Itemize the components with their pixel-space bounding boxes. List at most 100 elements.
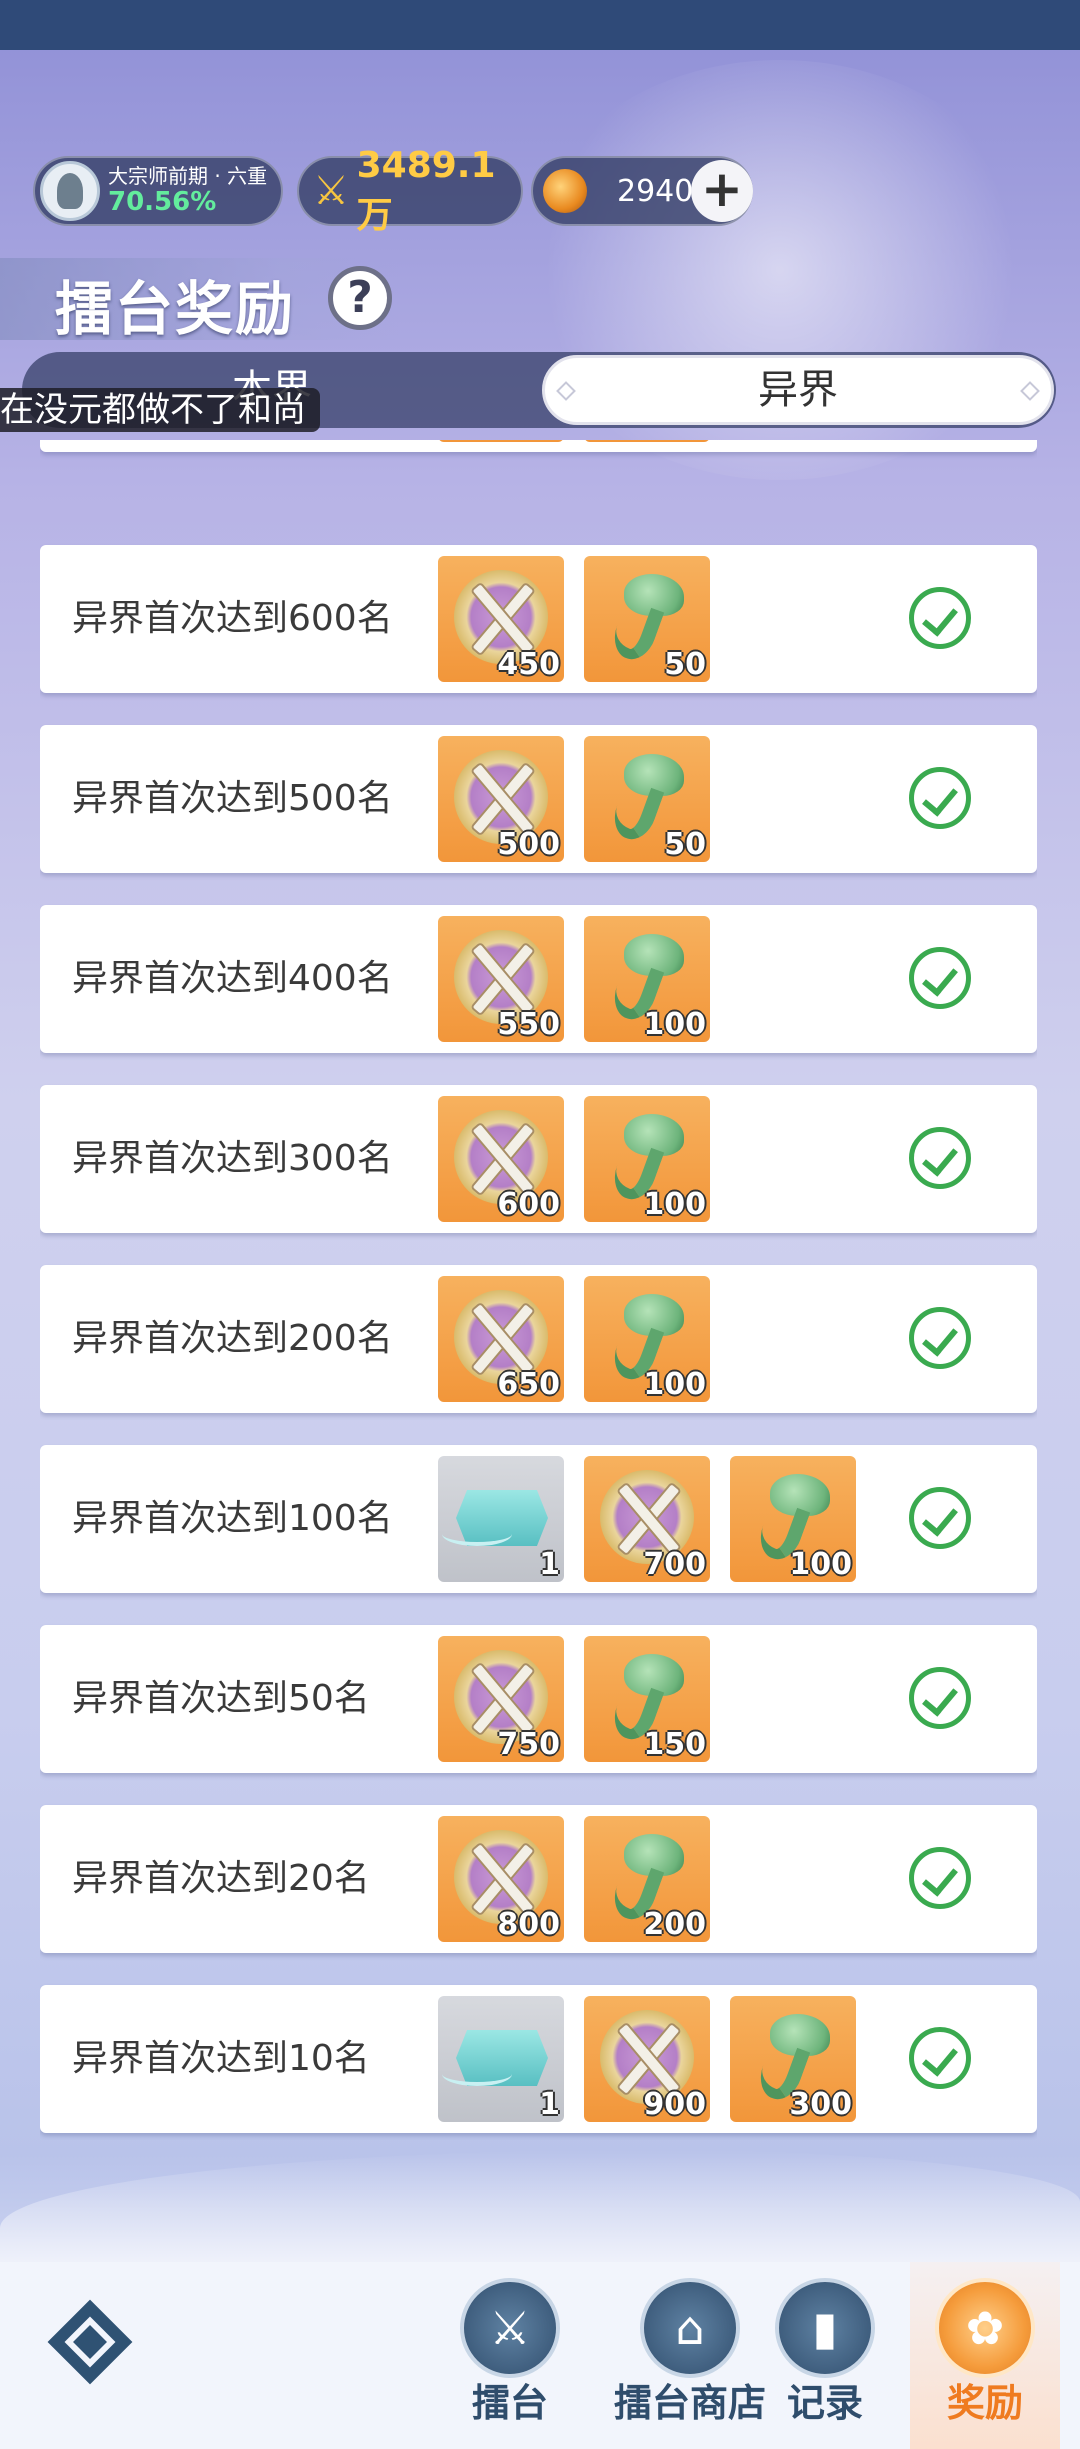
reward-item-quantity: 100 <box>643 1367 706 1402</box>
bottom-wave <box>0 2150 1080 2280</box>
reward-row-label: 异界首次达到50名 <box>72 1678 370 1719</box>
reward-row: 异界首次达到400名 550 100 <box>40 905 1037 1053</box>
rank-name: 大宗师前期 · 六重 <box>108 163 268 188</box>
reward-item-quantity: 550 <box>497 1007 560 1042</box>
reward-item-quantity: 100 <box>643 1187 706 1222</box>
reward-item-medal[interactable]: 750 <box>438 1636 564 1762</box>
reward-item-medal[interactable]: 600 <box>438 1096 564 1222</box>
reward-item-quantity: 800 <box>497 1907 560 1942</box>
reward-row-label: 异界首次达到500名 <box>72 778 393 819</box>
tab-other-realm-label: 异界 <box>758 367 838 413</box>
reward-row: 异界首次达到300名 600 100 <box>40 1085 1037 1233</box>
reward-item-quantity: 900 <box>643 2087 706 2122</box>
reward-item-quantity: 300 <box>789 2087 852 2122</box>
reward-items: 800 200 <box>438 1816 730 1942</box>
record-icon: ▮ <box>775 2278 875 2378</box>
claimed-check-icon <box>909 1127 971 1189</box>
rank-badge[interactable]: 大宗师前期 · 六重 70.56% <box>33 156 283 226</box>
claimed-check-icon <box>909 1307 971 1369</box>
reward-items: 1 700 100 <box>438 1456 876 1582</box>
reward-row-label: 异界首次达到200名 <box>72 1318 393 1359</box>
reward-item-quantity: 150 <box>643 1727 706 1762</box>
help-button[interactable]: ? <box>328 266 392 330</box>
reward-row-label: 异界首次达到400名 <box>72 958 393 999</box>
reward-item-jade[interactable]: 100 <box>730 1456 856 1582</box>
avatar-figure-icon <box>57 173 83 209</box>
nav-label: 奖励 <box>946 2381 1023 2425</box>
power-value: 3489.1万 <box>356 144 496 236</box>
page-title: 擂台奖励 <box>55 275 296 343</box>
reward-row-label: 异界首次达到10名 <box>72 2038 370 2079</box>
reward-item-jade[interactable]: 50 <box>584 556 710 682</box>
avatar <box>40 161 100 221</box>
reward-item-medal[interactable]: 650 <box>438 1276 564 1402</box>
reward-items: 750 150 <box>438 1636 730 1762</box>
reward-items: 550 100 <box>438 916 730 1042</box>
reward-item-jade[interactable]: 100 <box>584 1096 710 1222</box>
reward-item-jade[interactable]: 50 <box>584 736 710 862</box>
list-item-partial <box>40 440 1037 452</box>
nav-arena[interactable]: ⚔ 擂台 <box>440 2262 580 2449</box>
reward-row: 异界首次达到600名 450 50 <box>40 545 1037 693</box>
reward-row-label: 异界首次达到600名 <box>72 598 393 639</box>
reward-item-jade[interactable]: 300 <box>730 1996 856 2122</box>
reward-item-jade[interactable]: 100 <box>584 1276 710 1402</box>
reward-item-medal[interactable]: 500 <box>438 736 564 862</box>
coin-value: 2940 <box>617 173 694 209</box>
claimed-check-icon <box>909 1487 971 1549</box>
reward-item-jade[interactable]: 100 <box>584 916 710 1042</box>
bottom-nav: ⚔ 擂台 ⌂ 擂台商店 ▮ 记录 ✿ 奖励 <box>0 2262 1080 2449</box>
reward-icon: ✿ <box>935 2278 1035 2378</box>
reward-item-quantity: 1 <box>539 1547 560 1582</box>
claimed-check-icon <box>909 2027 971 2089</box>
reward-item-token[interactable]: 1 <box>438 1456 564 1582</box>
coin-badge: 2940 + <box>531 156 753 226</box>
nav-label: 记录 <box>786 2381 863 2425</box>
claimed-check-icon <box>909 587 971 649</box>
reward-item-medal[interactable]: 550 <box>438 916 564 1042</box>
reward-items: 500 50 <box>438 736 730 862</box>
diamond-ornament-icon <box>1020 381 1040 401</box>
reward-item-quantity: 600 <box>497 1187 560 1222</box>
reward-row-label: 异界首次达到100名 <box>72 1498 393 1539</box>
wisp-icon <box>442 2062 512 2086</box>
reward-item-quantity: 650 <box>497 1367 560 1402</box>
reward-item-quantity: 500 <box>497 827 560 862</box>
nav-record[interactable]: ▮ 记录 <box>760 2262 890 2449</box>
crossed-swords-icon: ⚔ <box>313 168 349 214</box>
reward-row: 异界首次达到100名 1 700 100 <box>40 1445 1037 1593</box>
reward-row: 异界首次达到50名 750 150 <box>40 1625 1037 1773</box>
reward-item-jade[interactable]: 200 <box>584 1816 710 1942</box>
reward-item-medal[interactable]: 800 <box>438 1816 564 1942</box>
reward-item-medal[interactable]: 900 <box>584 1996 710 2122</box>
shop-icon: ⌂ <box>640 2278 740 2378</box>
reward-row: 异界首次达到200名 650 100 <box>40 1265 1037 1413</box>
claimed-check-icon <box>909 767 971 829</box>
game-logo-icon[interactable] <box>40 2292 140 2392</box>
reward-row-label: 异界首次达到20名 <box>72 1858 370 1899</box>
reward-item-quantity: 700 <box>643 1547 706 1582</box>
coin-icon <box>543 169 587 213</box>
reward-item-quantity: 50 <box>664 827 706 862</box>
reward-list[interactable]: 异界首次达到600名 450 50 异界首次达到500名 500 50 异界首次达到400名… <box>40 440 1037 2140</box>
reward-item-quantity: 100 <box>643 1007 706 1042</box>
claimed-check-icon <box>909 1847 971 1909</box>
reward-items: 450 50 <box>438 556 730 682</box>
reward-item-token[interactable]: 1 <box>438 1996 564 2122</box>
reward-row: 异界首次达到500名 500 50 <box>40 725 1037 873</box>
reward-item-medal[interactable]: 700 <box>584 1456 710 1582</box>
chat-overlay-text: 在没元都做不了和尚 <box>0 388 320 432</box>
reward-item-jade[interactable]: 150 <box>584 1636 710 1762</box>
tab-other-realm[interactable]: 异界 <box>542 355 1054 425</box>
nav-rewards[interactable]: ✿ 奖励 <box>910 2262 1060 2449</box>
reward-item-quantity: 200 <box>643 1907 706 1942</box>
reward-item-quantity: 1 <box>539 2087 560 2122</box>
reward-row: 异界首次达到10名 1 900 300 <box>40 1985 1037 2133</box>
reward-item-medal[interactable]: 450 <box>438 556 564 682</box>
reward-row-label: 异界首次达到300名 <box>72 1138 393 1179</box>
reward-item-quantity: 750 <box>497 1727 560 1762</box>
reward-row: 异界首次达到20名 800 200 <box>40 1805 1037 1953</box>
add-coins-button[interactable]: + <box>691 160 753 222</box>
reward-item-partial <box>584 440 710 442</box>
reward-items: 650 100 <box>438 1276 730 1402</box>
